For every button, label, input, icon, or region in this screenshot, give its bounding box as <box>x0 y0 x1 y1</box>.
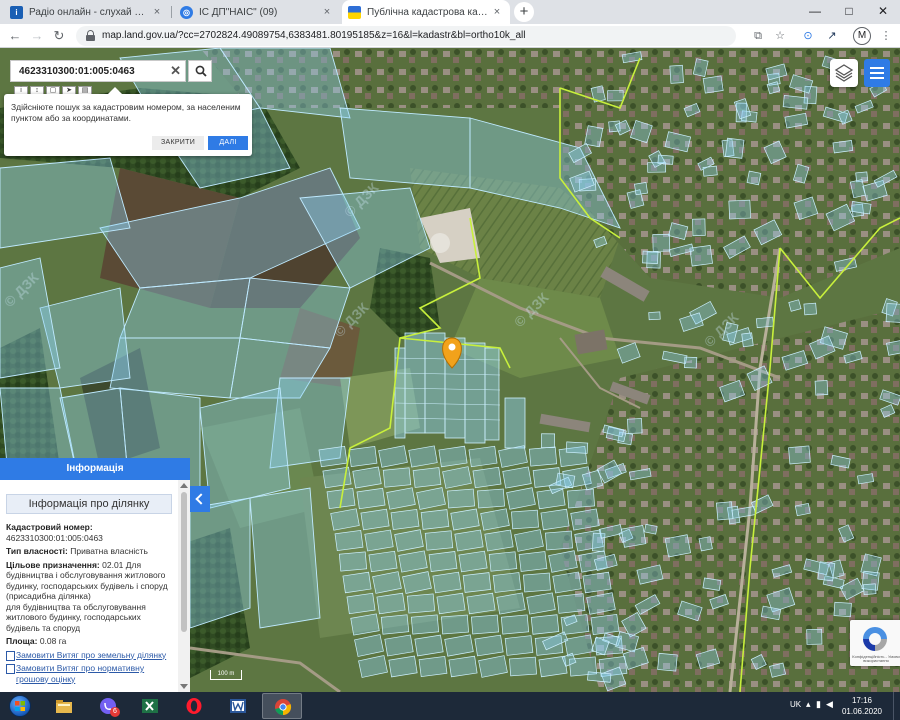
viber-badge: 6 <box>110 707 120 717</box>
tab-close-icon[interactable]: × <box>490 6 504 18</box>
map-scale: 100 m <box>210 670 242 680</box>
layers-icon <box>834 64 854 82</box>
profile-avatar[interactable]: M <box>853 27 871 45</box>
maximize-button[interactable]: □ <box>832 0 866 24</box>
clock-time: 17:16 <box>851 696 873 705</box>
recaptcha-label: Конфіденційність - Умови використання <box>852 654 900 663</box>
network-icon[interactable]: ▮ <box>816 699 821 720</box>
menu-dots-icon[interactable]: ⋮ <box>878 28 894 44</box>
search-icon <box>195 65 207 77</box>
taskbar-opera[interactable] <box>174 693 214 719</box>
bookmark-star-icon[interactable]: ☆ <box>772 28 788 44</box>
clock-date: 01.06.2020 <box>841 707 883 716</box>
recaptcha-icon <box>863 627 887 651</box>
area-row: Площа: 0.08 га <box>6 636 172 647</box>
order-extract-link[interactable]: Замовити Витяг про земельну ділянку <box>6 650 172 660</box>
taskbar-excel[interactable] <box>130 693 170 719</box>
folder-icon <box>56 700 72 713</box>
ownership-label: Тип власності: <box>6 546 68 556</box>
area-value: 0.08 га <box>39 636 67 646</box>
info-panel-header: Інформація <box>0 458 190 480</box>
hint-next-button[interactable]: ДАЛІ <box>208 136 248 150</box>
cadastral-number-label: Кадастровий номер: <box>6 522 93 532</box>
info-panel-body: Інформація про ділянку Кадастровий номер… <box>0 480 178 692</box>
hamburger-menu-button[interactable] <box>864 59 890 87</box>
system-clock[interactable]: 17:16 01.06.2020 <box>836 695 888 717</box>
info-panel: Інформація Інформація про ділянку Кадаст… <box>0 458 190 692</box>
chrome-icon <box>275 699 292 716</box>
show-desktop-button[interactable] <box>893 692 900 720</box>
tab-title: ІС ДП"НАІС" (09) <box>199 6 278 18</box>
purpose-detail: для будівництва та обслуговування житлов… <box>6 601 146 633</box>
recaptcha-badge[interactable]: Конфіденційність - Умови використання <box>850 620 900 666</box>
windows-logo-icon <box>9 695 31 717</box>
hint-close-button[interactable]: ЗАКРИТИ <box>152 136 204 150</box>
excel-icon <box>142 699 158 713</box>
clear-search-icon[interactable]: ✕ <box>170 63 181 79</box>
tab-title: Радіо онлайн - слухай безкошт… <box>29 6 150 18</box>
start-button[interactable] <box>2 693 38 719</box>
nais-favicon-icon: ◎ <box>180 5 193 19</box>
ownership-row: Тип власності: Приватна власність <box>6 546 172 557</box>
radio-favicon-icon: i <box>10 5 23 19</box>
cadastral-map[interactable]: © ДЗК © ДЗК © ДЗК © ДЗК © ДЗК ✕ i ↕ ▢ ➤ … <box>0 48 900 692</box>
info-panel-scrollbar[interactable] <box>178 480 190 692</box>
windows-taskbar: 6 UK ▴ ▮ ◀ 17:16 01.06.2020 <box>0 692 900 720</box>
reload-icon[interactable]: ↻ <box>50 27 68 45</box>
cadastral-number-row: Кадастровий номер: <box>6 522 172 533</box>
scroll-up-icon[interactable] <box>180 483 188 488</box>
extension-icon[interactable]: ⊙ <box>800 28 816 44</box>
purpose-row: Цільове призначення: 02.01 Для будівницт… <box>6 560 172 602</box>
opera-icon <box>186 698 202 714</box>
close-window-button[interactable]: ✕ <box>866 0 900 24</box>
address-bar[interactable]: map.land.gov.ua/?cc=2702824.49089754,638… <box>76 26 736 46</box>
search-hint-text: Здійсніюте пошук за кадастровим номером,… <box>11 102 241 123</box>
ownership-value: Приватна власність <box>70 546 148 556</box>
forward-arrow-icon[interactable]: → <box>28 27 46 45</box>
area-label: Площа: <box>6 636 38 646</box>
keyboard-language[interactable]: UK <box>790 700 801 720</box>
volume-icon[interactable]: ◀ <box>826 699 833 720</box>
taskbar-word[interactable] <box>218 693 258 719</box>
browser-toolbar: ← → ↻ map.land.gov.ua/?cc=2702824.490897… <box>0 24 900 48</box>
new-tab-button[interactable]: + <box>514 2 534 22</box>
cadastral-number-value: 4623310300:01:005:0463 <box>6 532 103 543</box>
ukraine-flag-favicon-icon <box>348 5 361 19</box>
tab-nais[interactable]: ◎ ІС ДП"НАІС" (09) × <box>174 0 340 24</box>
purpose-label: Цільове призначення: <box>6 559 100 570</box>
tab-close-icon[interactable]: × <box>150 6 164 18</box>
tab-radio[interactable]: i Радіо онлайн - слухай безкошт… × <box>4 0 170 24</box>
tab-cadastral-map[interactable]: Публічна кадастрова карта Укр… × <box>342 0 510 24</box>
minimize-button[interactable]: — <box>798 0 832 24</box>
tab-title: Публічна кадастрова карта Укр… <box>367 6 490 18</box>
taskbar-viber[interactable]: 6 <box>88 693 128 719</box>
order-valuation-link[interactable]: Замовити Витяг про нормативну грошову оц… <box>6 663 172 684</box>
taskbar-explorer[interactable] <box>44 693 84 719</box>
scroll-thumb[interactable] <box>181 492 187 632</box>
tray-expand-icon[interactable]: ▴ <box>806 699 811 720</box>
browser-tab-strip: i Радіо онлайн - слухай безкошт… × ◎ ІС … <box>0 0 900 24</box>
url-text: map.land.gov.ua/?cc=2702824.49089754,638… <box>102 30 526 41</box>
translate-icon[interactable]: ⧉ <box>750 28 766 44</box>
taskbar-chrome[interactable] <box>262 693 302 719</box>
collapse-panel-button[interactable] <box>190 486 210 512</box>
search-button[interactable] <box>188 60 212 82</box>
layers-button[interactable] <box>830 59 858 87</box>
parcel-info-title: Інформація про ділянку <box>6 494 172 514</box>
tab-close-icon[interactable]: × <box>320 6 334 18</box>
lock-icon <box>86 30 95 41</box>
hamburger-icon <box>870 67 884 69</box>
cadastral-search-input[interactable] <box>11 61 161 81</box>
scroll-down-icon[interactable] <box>180 684 188 689</box>
extension-chart-icon[interactable]: ↗ <box>824 28 840 44</box>
back-arrow-icon[interactable]: ← <box>6 27 24 45</box>
word-icon <box>230 699 246 713</box>
search-field[interactable]: ✕ <box>10 60 186 82</box>
search-hint-popup: Здійсніюте пошук за кадастровим номером,… <box>4 87 252 156</box>
